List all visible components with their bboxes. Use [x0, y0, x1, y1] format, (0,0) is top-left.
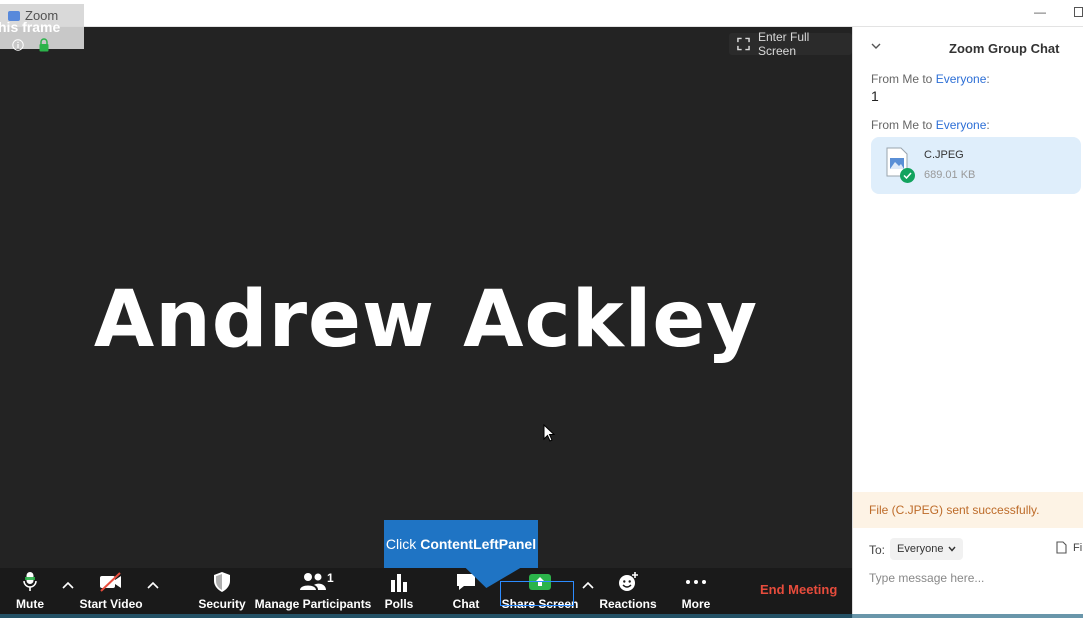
manage-participants-button[interactable]: Manage Participants: [255, 568, 371, 618]
participant-name: Andrew Ackley: [93, 275, 759, 365]
start-video-button[interactable]: Start Video: [79, 568, 143, 618]
chat-title: Zoom Group Chat: [949, 41, 1060, 56]
window-titlebar: —: [0, 0, 1083, 27]
share-options-chevron-up-icon[interactable]: [581, 578, 595, 592]
to-label: To:: [869, 543, 886, 557]
instruction-tooltip: Click ContentLeftPanel: [384, 520, 538, 568]
video-options-chevron-up-icon[interactable]: [146, 578, 160, 592]
encryption-lock-icon[interactable]: [38, 38, 50, 52]
file-button-label: Fi: [1073, 541, 1083, 554]
message-colon: :: [986, 72, 990, 86]
mute-button[interactable]: Mute: [12, 568, 48, 618]
chevron-down-icon: [948, 546, 957, 552]
minimize-button[interactable]: —: [1034, 5, 1046, 19]
smiley-plus-icon: [619, 572, 638, 591]
message-recipient-link[interactable]: Everyone: [936, 118, 987, 132]
message-colon: :: [986, 118, 990, 132]
participant-count-badge: 1: [327, 571, 334, 585]
chat-panel: Zoom Group Chat From Me to Everyone: 1 F…: [852, 27, 1083, 618]
message-sender-line: From Me to Everyone:: [871, 118, 990, 132]
info-icon[interactable]: [12, 39, 24, 51]
enter-full-screen-button[interactable]: Enter Full Screen: [729, 30, 852, 58]
reactions-button[interactable]: Reactions: [599, 568, 657, 618]
participants-icon: [300, 573, 326, 590]
mouse-cursor-icon: [543, 424, 555, 442]
file-size: 689.01 KB: [924, 169, 976, 181]
file-attachment-card[interactable]: C.JPEG 689.01 KB: [871, 137, 1081, 194]
message-from: From Me to: [871, 72, 936, 86]
message-sender-line: From Me to Everyone:: [871, 72, 990, 86]
chevron-down-icon[interactable]: [871, 41, 881, 51]
taskbar-strip: [0, 614, 1083, 618]
video-area[interactable]: Enter Full Screen Andrew Ackley: [0, 27, 852, 568]
message-input[interactable]: [867, 567, 1081, 589]
polls-bar-chart-icon: [391, 574, 407, 592]
file-name: C.JPEG: [924, 149, 964, 161]
microphone-icon: [23, 572, 37, 591]
file-sent-notice: File (C.JPEG) sent successfully.: [853, 492, 1083, 528]
file-icon: [1056, 541, 1067, 554]
fullscreen-icon: [737, 37, 750, 51]
chat-header: Zoom Group Chat: [853, 27, 1083, 67]
check-circle-icon: [900, 168, 915, 183]
send-file-button[interactable]: Fi: [1056, 541, 1082, 554]
fullscreen-label: Enter Full Screen: [757, 30, 810, 58]
message-recipient-link[interactable]: Everyone: [936, 72, 987, 86]
message-text: 1: [871, 88, 879, 104]
more-dots-icon: [686, 580, 706, 584]
tooltip-pointer: [463, 566, 537, 588]
security-button[interactable]: Security: [198, 568, 246, 618]
maximize-button[interactable]: [1074, 7, 1083, 17]
end-meeting-button[interactable]: End Meeting: [760, 582, 837, 597]
audio-options-chevron-up-icon[interactable]: [61, 578, 75, 592]
meeting-toolbar: Mute Start Video Security Manage Partici…: [0, 568, 852, 618]
recipient-value: Everyone: [897, 543, 944, 555]
video-off-icon: [100, 572, 121, 592]
message-from: From Me to: [871, 118, 936, 132]
shield-icon: [214, 572, 230, 592]
recipient-dropdown[interactable]: Everyone: [890, 538, 964, 560]
tooltip-target: ContentLeftPanel: [420, 536, 537, 552]
polls-button[interactable]: Polls: [384, 568, 414, 618]
more-button[interactable]: More: [680, 568, 712, 618]
tooltip-prefix: Click: [385, 536, 417, 552]
frame-label: his frame: [0, 19, 61, 35]
